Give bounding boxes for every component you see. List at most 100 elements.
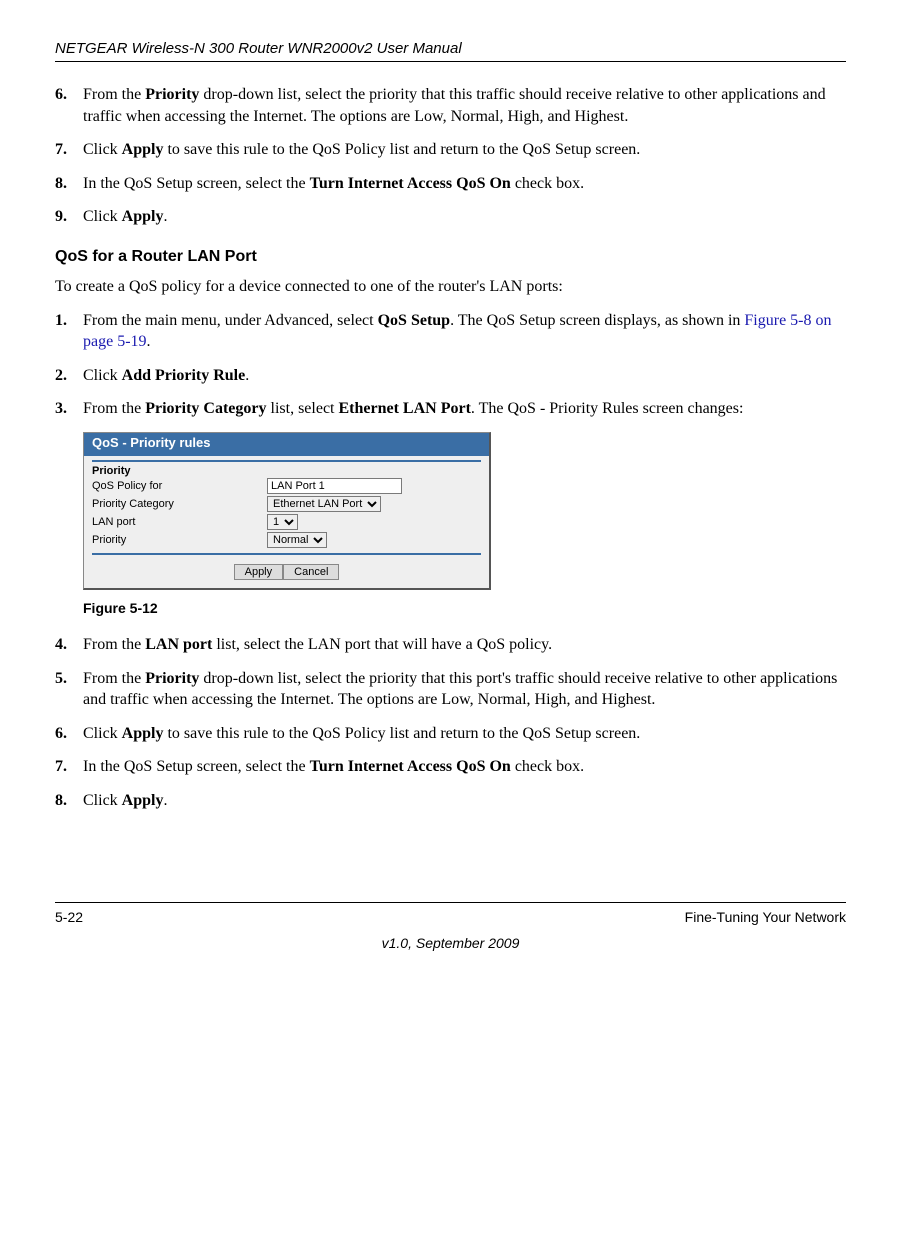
step-2: 2. Click Add Priority Rule. xyxy=(55,365,846,387)
page-number: 5-22 xyxy=(55,909,83,925)
text: Click xyxy=(83,208,122,225)
text: From the xyxy=(83,636,145,653)
text: From the xyxy=(83,670,145,687)
bold-term: Apply xyxy=(122,141,164,158)
step-4: 4. From the LAN port list, select the LA… xyxy=(55,634,846,656)
section2-steps-list: 1. From the main menu, under Advanced, s… xyxy=(55,310,846,420)
bold-term: Turn Internet Access QoS On xyxy=(310,758,511,775)
header-rule xyxy=(55,61,846,62)
step-text: From the Priority Category list, select … xyxy=(83,398,743,420)
step-number: 9. xyxy=(55,206,83,228)
bold-term: Turn Internet Access QoS On xyxy=(310,175,511,192)
step-6: 6. From the Priority drop-down list, sel… xyxy=(55,84,846,127)
figure-caption: Figure 5-12 xyxy=(83,600,846,616)
bold-term: Apply xyxy=(122,792,164,809)
step-8: 8. Click Apply. xyxy=(55,790,846,812)
top-steps-list: 6. From the Priority drop-down list, sel… xyxy=(55,84,846,228)
step-text: Click Apply. xyxy=(83,790,167,812)
text: . xyxy=(147,333,151,350)
step-text: From the LAN port list, select the LAN p… xyxy=(83,634,552,656)
divider xyxy=(92,460,481,462)
step-number: 7. xyxy=(55,139,83,161)
step-text: From the Priority drop-down list, select… xyxy=(83,84,846,127)
step-number: 8. xyxy=(55,173,83,195)
screenshot-titlebar: QoS - Priority rules xyxy=(84,433,489,456)
row-priority: Priority Normal xyxy=(84,531,489,549)
label: Priority Category xyxy=(92,498,267,510)
text: . xyxy=(245,367,249,384)
step-6: 6. Click Apply to save this rule to the … xyxy=(55,723,846,745)
label: QoS Policy for xyxy=(92,480,267,492)
text: Click xyxy=(83,367,122,384)
text: to save this rule to the QoS Policy list… xyxy=(163,141,640,158)
bold-term: Apply xyxy=(122,208,164,225)
row-qos-policy-for: QoS Policy for xyxy=(84,477,489,495)
step-3: 3. From the Priority Category list, sele… xyxy=(55,398,846,420)
step-5: 5. From the Priority drop-down list, sel… xyxy=(55,668,846,711)
footer-version: v1.0, September 2009 xyxy=(55,935,846,951)
page-header-title: NETGEAR Wireless-N 300 Router WNR2000v2 … xyxy=(55,40,846,57)
step-number: 6. xyxy=(55,723,83,745)
lan-port-select[interactable]: 1 xyxy=(267,514,298,530)
step-number: 6. xyxy=(55,84,83,127)
priority-category-select[interactable]: Ethernet LAN Port xyxy=(267,496,381,512)
priority-select[interactable]: Normal xyxy=(267,532,327,548)
step-number: 1. xyxy=(55,310,83,353)
qos-priority-rules-screenshot: QoS - Priority rules Priority QoS Policy… xyxy=(83,432,491,590)
button-row: ApplyCancel xyxy=(84,558,489,588)
step-number: 7. xyxy=(55,756,83,778)
step-8: 8. In the QoS Setup screen, select the T… xyxy=(55,173,846,195)
apply-button[interactable]: Apply xyxy=(234,564,284,580)
text: to save this rule to the QoS Policy list… xyxy=(163,725,640,742)
bold-term: Priority Category xyxy=(145,400,266,417)
text: In the QoS Setup screen, select the xyxy=(83,175,310,192)
text: Click xyxy=(83,792,122,809)
bold-term: Priority xyxy=(145,670,199,687)
label: LAN port xyxy=(92,516,267,528)
label: Priority xyxy=(92,534,267,546)
step-number: 2. xyxy=(55,365,83,387)
footer-rule xyxy=(55,902,846,903)
step-7: 7. In the QoS Setup screen, select the T… xyxy=(55,756,846,778)
section-name: Fine-Tuning Your Network xyxy=(685,909,846,925)
step-text: From the main menu, under Advanced, sele… xyxy=(83,310,846,353)
row-lan-port: LAN port 1 xyxy=(84,513,489,531)
text: Click xyxy=(83,141,122,158)
text: From the main menu, under Advanced, sele… xyxy=(83,312,378,329)
bold-term: Add Priority Rule xyxy=(122,367,246,384)
step-number: 4. xyxy=(55,634,83,656)
step-number: 8. xyxy=(55,790,83,812)
text: list, select xyxy=(267,400,339,417)
text: . xyxy=(163,208,167,225)
divider xyxy=(92,553,481,555)
priority-section-label: Priority xyxy=(84,465,489,477)
text: list, select the LAN port that will have… xyxy=(212,636,552,653)
page-footer: 5-22 Fine-Tuning Your Network v1.0, Sept… xyxy=(55,902,846,951)
qos-policy-for-input[interactable] xyxy=(267,478,402,494)
text: In the QoS Setup screen, select the xyxy=(83,758,310,775)
step-text: In the QoS Setup screen, select the Turn… xyxy=(83,173,584,195)
step-text: Click Apply to save this rule to the QoS… xyxy=(83,723,640,745)
cancel-button[interactable]: Cancel xyxy=(283,564,339,580)
bold-term: Priority xyxy=(145,86,199,103)
step-text: Click Add Priority Rule. xyxy=(83,365,249,387)
text: From the xyxy=(83,86,145,103)
bold-term: QoS Setup xyxy=(378,312,450,329)
bold-term: LAN port xyxy=(145,636,212,653)
bold-term: Ethernet LAN Port xyxy=(338,400,470,417)
footer-row: 5-22 Fine-Tuning Your Network xyxy=(55,909,846,925)
text: check box. xyxy=(511,175,584,192)
text: Click xyxy=(83,725,122,742)
step-7: 7. Click Apply to save this rule to the … xyxy=(55,139,846,161)
step-text: Click Apply to save this rule to the QoS… xyxy=(83,139,640,161)
text: . The QoS - Priority Rules screen change… xyxy=(471,400,744,417)
step-text: From the Priority drop-down list, select… xyxy=(83,668,846,711)
step-text: In the QoS Setup screen, select the Turn… xyxy=(83,756,584,778)
text: . xyxy=(163,792,167,809)
step-text: Click Apply. xyxy=(83,206,167,228)
text: From the xyxy=(83,400,145,417)
step-1: 1. From the main menu, under Advanced, s… xyxy=(55,310,846,353)
step-number: 3. xyxy=(55,398,83,420)
bottom-steps-list: 4. From the LAN port list, select the LA… xyxy=(55,634,846,812)
section-intro: To create a QoS policy for a device conn… xyxy=(55,276,846,298)
